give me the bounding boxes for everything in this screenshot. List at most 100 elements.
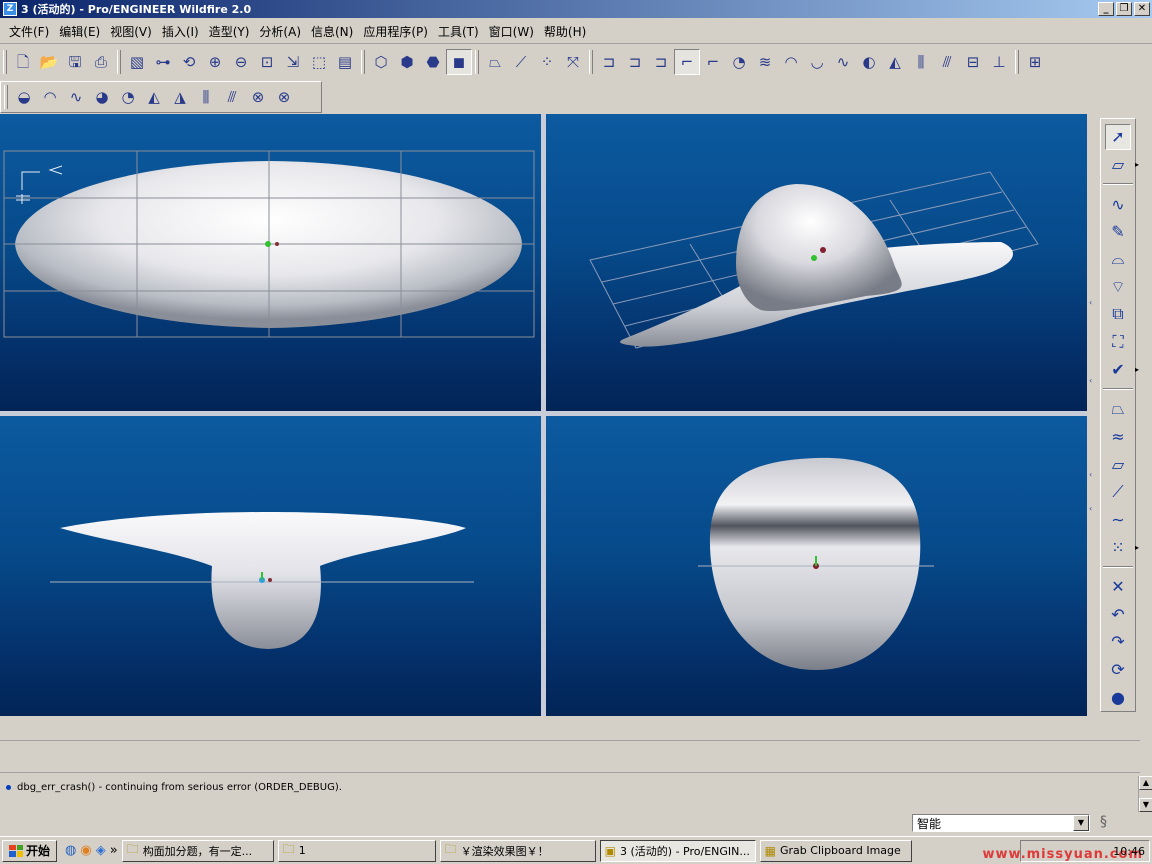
model-tree-icon[interactable]: ⊞ — [1022, 49, 1048, 75]
menu-tools[interactable]: 工具(T) — [433, 23, 484, 40]
media-icon[interactable]: ◉ — [80, 843, 91, 858]
sketched-curve-icon[interactable]: ∼ — [1105, 507, 1131, 533]
open-folder-icon[interactable]: 📂 — [36, 49, 62, 75]
datum-planes-icon[interactable]: ⏢ — [482, 49, 508, 75]
curvature-icon[interactable]: ≋ — [752, 49, 778, 75]
graphics-window[interactable] — [0, 114, 1087, 716]
taskbar-item[interactable]: 🗀 1 — [277, 839, 436, 862]
viewport-side[interactable] — [546, 416, 1087, 716]
menu-window[interactable]: 窗口(W) — [484, 23, 539, 40]
curve-analysis-icon[interactable]: ∿ — [830, 49, 856, 75]
flyout-arrow-icon[interactable]: ▸ — [1135, 365, 1139, 374]
wireframe-icon[interactable]: ⬡ — [368, 49, 394, 75]
close-button[interactable]: ✕ — [1134, 2, 1150, 16]
zoom-in-icon[interactable]: ⊕ — [202, 49, 228, 75]
curve-icon[interactable]: ∿ — [1105, 191, 1131, 217]
zoom-out-icon[interactable]: ⊖ — [228, 49, 254, 75]
toolbar-grip[interactable] — [1015, 50, 1019, 74]
viewport-front[interactable] — [0, 416, 541, 716]
menu-insert[interactable]: 插入(I) — [157, 23, 204, 40]
hidden-line-icon[interactable]: ⬢ — [394, 49, 420, 75]
active-plane-icon[interactable]: ▱ ▸ — [1105, 152, 1139, 178]
axis-icon[interactable]: ⟋ — [1105, 479, 1131, 505]
selection-filter-select[interactable]: 智能 ▼ — [912, 814, 1090, 832]
chevron-down-icon[interactable]: ▼ — [1073, 815, 1089, 831]
start-button[interactable]: 开始 — [2, 839, 58, 862]
boundary-surface-icon[interactable]: ⌓ — [1105, 246, 1131, 272]
toolbar-grip[interactable] — [117, 50, 121, 74]
reflection-icon[interactable]: ◠ — [778, 49, 804, 75]
coord-sys-icon[interactable]: ⤧ — [560, 49, 586, 75]
panel-splitter[interactable]: ‹ ‹ ‹ ‹ — [1089, 114, 1097, 716]
offset-2-icon[interactable]: ⫻ — [219, 84, 245, 110]
menu-help[interactable]: 帮助(H) — [539, 23, 591, 40]
slope-analysis-icon[interactable]: ◭ — [882, 49, 908, 75]
deviation-icon[interactable]: ⊟ — [960, 49, 986, 75]
minimize-button[interactable]: _ — [1098, 2, 1114, 16]
no-hidden-icon[interactable]: ⬣ — [420, 49, 446, 75]
flyout-arrow-icon[interactable]: ▸ — [1135, 543, 1139, 552]
slope-2-icon[interactable]: ◮ — [167, 84, 193, 110]
menu-applications[interactable]: 应用程序(P) — [358, 23, 433, 40]
menu-file[interactable]: 文件(F) — [4, 23, 54, 40]
toolbar-grip[interactable] — [4, 85, 8, 109]
delete-analysis-icon[interactable]: ⊗ — [245, 84, 271, 110]
datum-axes-icon[interactable]: ⟋ — [508, 49, 534, 75]
viewport-top[interactable] — [0, 114, 541, 411]
curve-edit-icon[interactable]: ✎ — [1105, 219, 1131, 245]
section-analysis-icon[interactable]: ⫼ — [908, 49, 934, 75]
menu-info[interactable]: 信息(N) — [306, 23, 358, 40]
scroll-up-icon[interactable]: ▲ — [1139, 776, 1152, 790]
taskbar-item[interactable]: 🗀 ￥渲染效果图￥！ — [439, 839, 596, 862]
color-map-icon[interactable]: ◕ — [89, 84, 115, 110]
curve-2-icon[interactable]: ∿ — [63, 84, 89, 110]
message-scrollbar[interactable]: ▲ ▼ — [1138, 776, 1152, 812]
toolbar-grip[interactable] — [475, 50, 479, 74]
status-chain-icon[interactable]: § — [1100, 814, 1107, 830]
status-light-icon[interactable]: ● — [1105, 684, 1131, 710]
reorient-icon[interactable]: ⇲ — [280, 49, 306, 75]
clock[interactable]: 10:46 — [1113, 845, 1145, 858]
shading-icon[interactable]: ◼ — [446, 49, 472, 75]
surface-analysis-3-icon[interactable]: ⊐ — [648, 49, 674, 75]
shade-2-icon[interactable]: ◔ — [115, 84, 141, 110]
undo-icon[interactable]: ↶ — [1105, 602, 1131, 628]
scroll-down-icon[interactable]: ▼ — [1139, 798, 1152, 812]
print-icon[interactable]: ⎙ — [88, 49, 114, 75]
select-arrow-icon[interactable]: ➚ — [1105, 124, 1131, 150]
toolbar-grip[interactable] — [361, 50, 365, 74]
refit-icon[interactable]: ⊡ — [254, 49, 280, 75]
section-2-icon[interactable]: ⫼ — [193, 84, 219, 110]
layers-icon[interactable]: ▤ — [332, 49, 358, 75]
done-check-icon[interactable]: ✔ ▸ — [1105, 357, 1139, 383]
saved-views-icon[interactable]: ⬚ — [306, 49, 332, 75]
viewport-iso[interactable] — [546, 114, 1087, 411]
draft-analysis-icon[interactable]: ◐ — [856, 49, 882, 75]
surface-analysis-5-icon[interactable]: ⌐ — [700, 49, 726, 75]
redraw-icon[interactable]: ▧ — [124, 49, 150, 75]
menu-edit[interactable]: 编辑(E) — [54, 23, 105, 40]
connect-surface-icon[interactable]: ⌔ — [1105, 274, 1131, 300]
surface-analysis-1-icon[interactable]: ⊐ — [596, 49, 622, 75]
taskbar-item[interactable]: ▣ 3 (活动的) - Pro/ENGIN... — [599, 839, 756, 862]
redo-icon[interactable]: ↷ — [1105, 629, 1131, 655]
menu-style[interactable]: 造型(Y) — [204, 23, 255, 40]
browser-icon[interactable]: ◍ — [65, 843, 76, 858]
surface-analysis-4-icon[interactable]: ⌐ — [674, 49, 700, 75]
restore-button[interactable]: ❐ — [1116, 2, 1132, 16]
dihedral-icon[interactable]: ⊥ — [986, 49, 1012, 75]
shade-analysis-icon[interactable]: ◔ — [726, 49, 752, 75]
curvature-2-icon[interactable]: ◒ — [11, 84, 37, 110]
menu-view[interactable]: 视图(V) — [105, 23, 157, 40]
orient-mode-icon[interactable]: ⟲ — [176, 49, 202, 75]
draft-2-icon[interactable]: ◭ — [141, 84, 167, 110]
more-quicklaunch-icon[interactable]: » — [110, 843, 118, 858]
cancel-icon[interactable]: ✕ — [1105, 574, 1131, 600]
taskbar-item[interactable]: ▦ Grab Clipboard Image — [759, 839, 912, 862]
save-icon[interactable]: 🖫 — [62, 49, 88, 75]
menu-analysis[interactable]: 分析(A) — [254, 23, 306, 40]
reflection-2-icon[interactable]: ◠ — [37, 84, 63, 110]
surface-analysis-2-icon[interactable]: ⊐ — [622, 49, 648, 75]
taskbar-item[interactable]: 🗀 构面加分题，有一定... — [121, 839, 274, 862]
point-icon[interactable]: ⁙ ▸ — [1105, 534, 1139, 560]
